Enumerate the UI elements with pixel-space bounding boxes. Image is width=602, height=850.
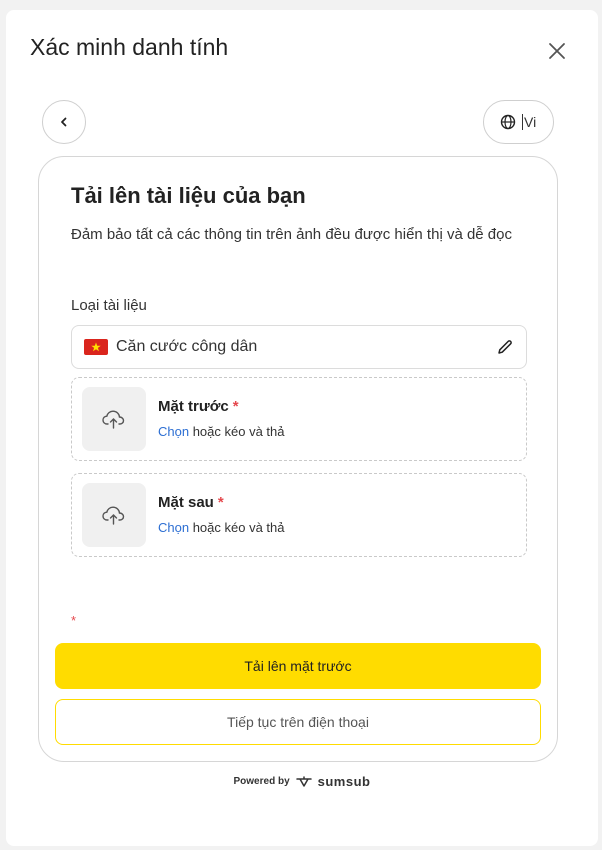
language-selector[interactable]: Vi bbox=[483, 100, 554, 144]
front-upload-dropzone[interactable]: Mặt trước * Chọn hoặc kéo và thả bbox=[71, 377, 527, 461]
close-button[interactable] bbox=[546, 40, 568, 62]
vietnam-flag-icon bbox=[84, 339, 108, 355]
powered-by-text: Powered by bbox=[233, 776, 290, 787]
document-type-label: Loại tài liệu bbox=[71, 297, 147, 314]
modal-title: Xác minh danh tính bbox=[30, 34, 229, 60]
continue-on-phone-button[interactable]: Tiếp tục trên điện thoại bbox=[55, 699, 541, 745]
required-marker: * bbox=[217, 494, 224, 511]
back-button[interactable] bbox=[42, 100, 86, 144]
language-label: Vi bbox=[522, 114, 537, 130]
back-upload-hint: Chọn hoặc kéo và thả bbox=[158, 520, 284, 535]
close-icon bbox=[549, 43, 565, 59]
sumsub-logo-icon bbox=[295, 775, 312, 787]
globe-icon bbox=[500, 114, 516, 130]
chevron-left-icon bbox=[61, 117, 67, 127]
powered-by-footer: Powered by sumsub bbox=[6, 774, 598, 789]
card-title: Tải lên tài liệu của bạn bbox=[71, 183, 306, 208]
back-choose-link[interactable]: Chọn bbox=[158, 520, 189, 535]
drag-drop-text: hoặc kéo và thả bbox=[189, 520, 285, 535]
drag-drop-text: hoặc kéo và thả bbox=[189, 424, 285, 439]
document-type-select[interactable]: Căn cước công dân bbox=[71, 325, 527, 369]
front-title-text: Mặt trước bbox=[158, 398, 229, 415]
back-upload-dropzone[interactable]: Mặt sau * Chọn hoặc kéo và thả bbox=[71, 473, 527, 557]
upload-front-button[interactable]: Tải lên mặt trước bbox=[55, 643, 541, 689]
brand-name: sumsub bbox=[317, 774, 371, 789]
card-subtitle: Đảm bảo tất cả các thông tin trên ảnh đề… bbox=[71, 226, 512, 243]
front-upload-title: Mặt trước * bbox=[158, 398, 239, 415]
required-marker: * bbox=[71, 613, 77, 628]
upload-thumbnail bbox=[82, 483, 146, 547]
document-type-value: Căn cước công dân bbox=[116, 338, 258, 355]
required-marker: * bbox=[232, 398, 239, 415]
verification-modal: Xác minh danh tính Vi Tải lên tài liệu c… bbox=[6, 10, 598, 846]
front-choose-link[interactable]: Chọn bbox=[158, 424, 189, 439]
cloud-upload-icon bbox=[102, 410, 125, 429]
cloud-upload-icon bbox=[102, 506, 125, 525]
back-upload-title: Mặt sau * bbox=[158, 494, 224, 511]
document-card: Tải lên tài liệu của bạn Đảm bảo tất cả … bbox=[38, 156, 558, 762]
front-upload-hint: Chọn hoặc kéo và thả bbox=[158, 424, 284, 439]
pencil-icon[interactable] bbox=[496, 338, 514, 356]
upload-thumbnail bbox=[82, 387, 146, 451]
back-title-text: Mặt sau bbox=[158, 494, 214, 511]
